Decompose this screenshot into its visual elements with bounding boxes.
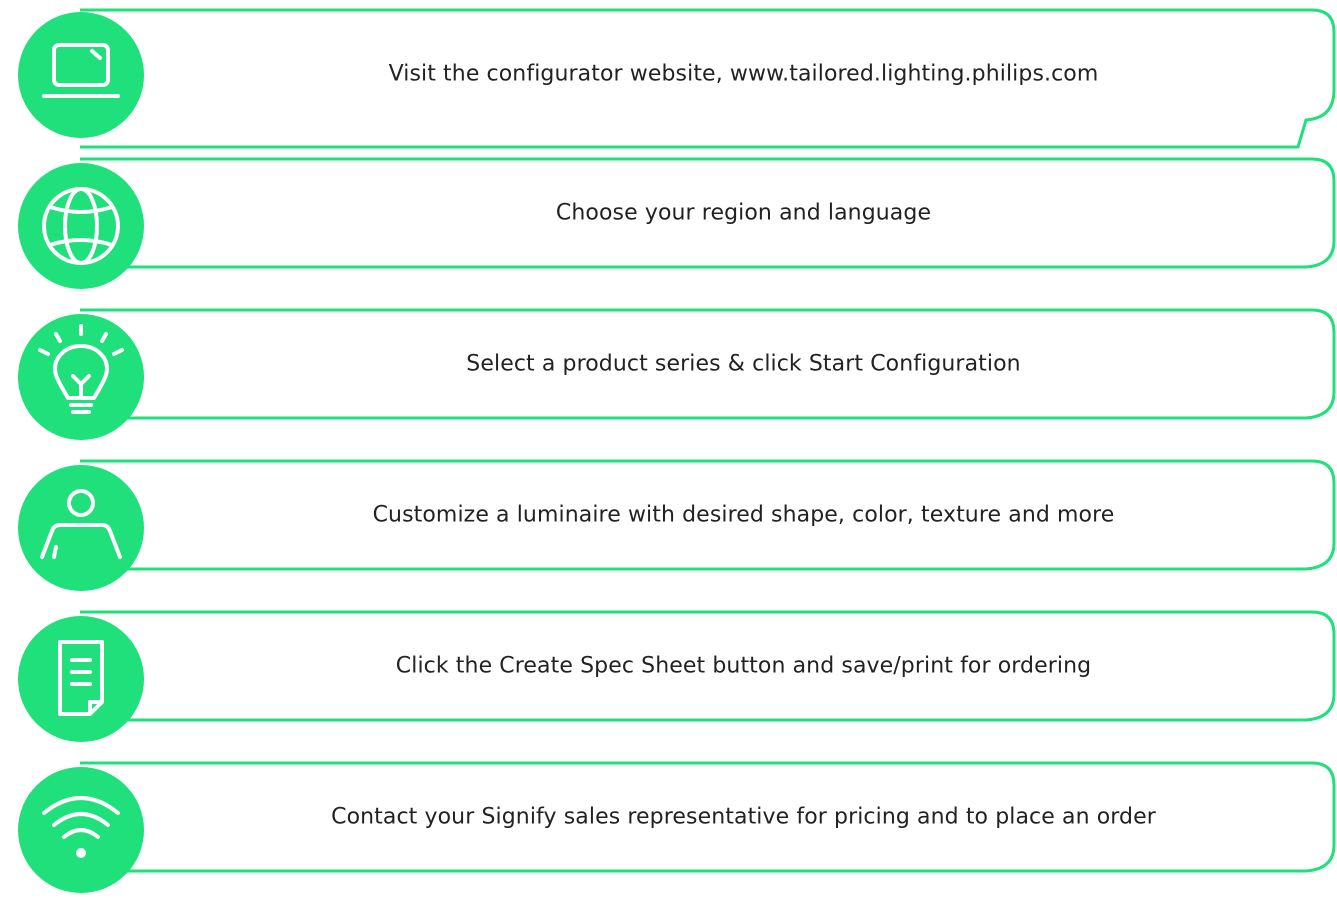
step-1-text: Visit the configurator website, www.tail… <box>388 61 1099 87</box>
step-1: Visit the configurator website, www.tail… <box>0 4 1337 149</box>
step-5: Click the Create Spec Sheet button and s… <box>0 608 1337 748</box>
step-4: Customize a luminaire with desired shape… <box>0 457 1337 597</box>
step-3: Select a product series & click Start Co… <box>0 306 1337 446</box>
step-2-text: Choose your region and language <box>555 200 932 226</box>
step-6-text: Contact your Signify sales representativ… <box>331 804 1156 830</box>
step-6: Contact your Signify sales representativ… <box>0 759 1337 899</box>
step-5-text: Click the Create Spec Sheet button and s… <box>395 653 1092 679</box>
step-2: Choose your region and language <box>0 155 1337 295</box>
steps-list: Visit the configurator website, www.tail… <box>0 0 1337 893</box>
laptop-icon <box>18 12 144 138</box>
wifi-icon <box>18 767 144 893</box>
globe-icon <box>18 163 144 289</box>
lightbulb-icon <box>18 314 144 440</box>
document-icon <box>18 616 144 742</box>
person-at-desk-icon <box>18 465 144 591</box>
step-3-text: Select a product series & click Start Co… <box>466 351 1021 377</box>
step-4-text: Customize a luminaire with desired shape… <box>372 502 1115 528</box>
